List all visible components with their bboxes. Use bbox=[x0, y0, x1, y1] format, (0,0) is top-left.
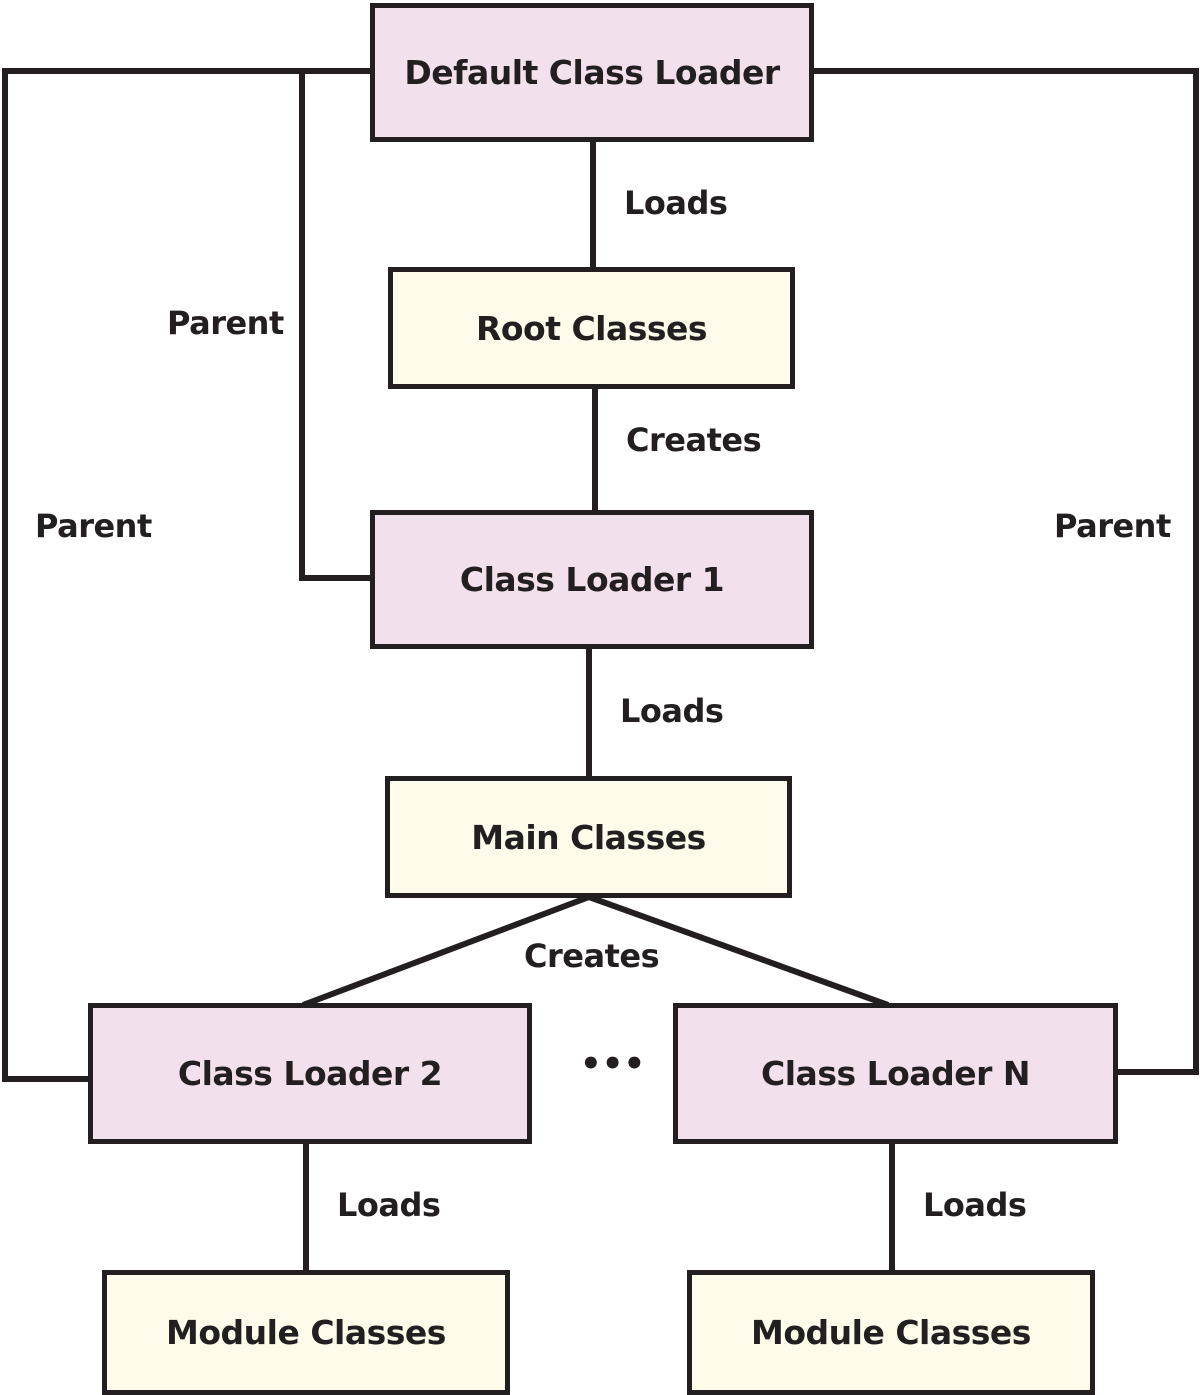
edge-parent-left bbox=[2, 68, 302, 1082]
module-classes-2-node: Module Classes bbox=[102, 1270, 510, 1395]
root-classes-node: Root Classes bbox=[388, 267, 795, 389]
node-label: Default Class Loader bbox=[404, 53, 780, 92]
edge-label-loads: Loads bbox=[620, 692, 724, 730]
edge-label-parent: Parent bbox=[35, 507, 152, 545]
ellipsis-indicator: ••• bbox=[580, 1044, 646, 1084]
node-label: Class Loader N bbox=[761, 1054, 1030, 1093]
edge-parent-right bbox=[812, 68, 1199, 1075]
class-loader-n-node: Class Loader N bbox=[673, 1003, 1118, 1144]
edge-label-loads: Loads bbox=[337, 1186, 441, 1224]
node-label: Module Classes bbox=[751, 1313, 1031, 1352]
edge-label-loads: Loads bbox=[624, 184, 728, 222]
edge-label-creates: Creates bbox=[524, 937, 660, 975]
edge-parent-inner bbox=[299, 68, 372, 581]
edge-label-loads: Loads bbox=[923, 1186, 1027, 1224]
node-label: Main Classes bbox=[471, 817, 706, 857]
class-loader-2-node: Class Loader 2 bbox=[88, 1003, 532, 1144]
node-label: Module Classes bbox=[166, 1313, 446, 1352]
node-label: Root Classes bbox=[475, 308, 708, 348]
edge-label-parent: Parent bbox=[167, 304, 284, 342]
default-class-loader-node: Default Class Loader bbox=[370, 3, 814, 142]
edge-label-parent: Parent bbox=[1054, 507, 1171, 545]
node-label: Class Loader 2 bbox=[177, 1054, 443, 1093]
class-loader-1-node: Class Loader 1 bbox=[370, 510, 814, 649]
main-classes-node: Main Classes bbox=[385, 776, 792, 898]
edge-label-creates: Creates bbox=[626, 421, 762, 459]
module-classes-n-node: Module Classes bbox=[687, 1270, 1095, 1395]
node-label: Class Loader 1 bbox=[459, 560, 725, 599]
connector-lines bbox=[2, 68, 1199, 1272]
